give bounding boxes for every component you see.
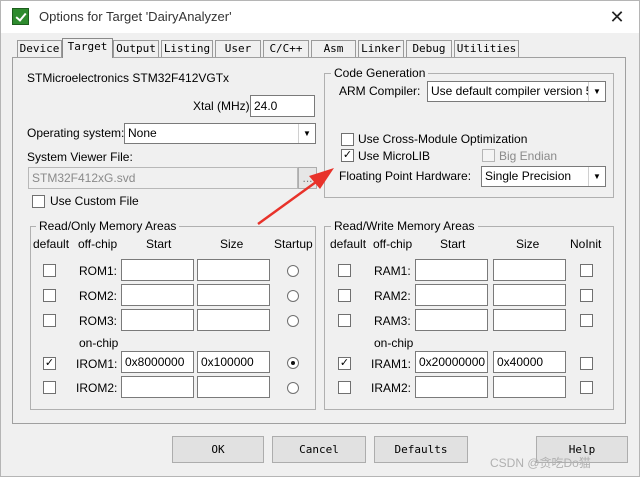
watermark: CSDN @贪吃Do猫	[490, 456, 591, 470]
tab-target[interactable]: Target	[62, 38, 113, 58]
annotation-arrow-icon	[257, 168, 334, 226]
